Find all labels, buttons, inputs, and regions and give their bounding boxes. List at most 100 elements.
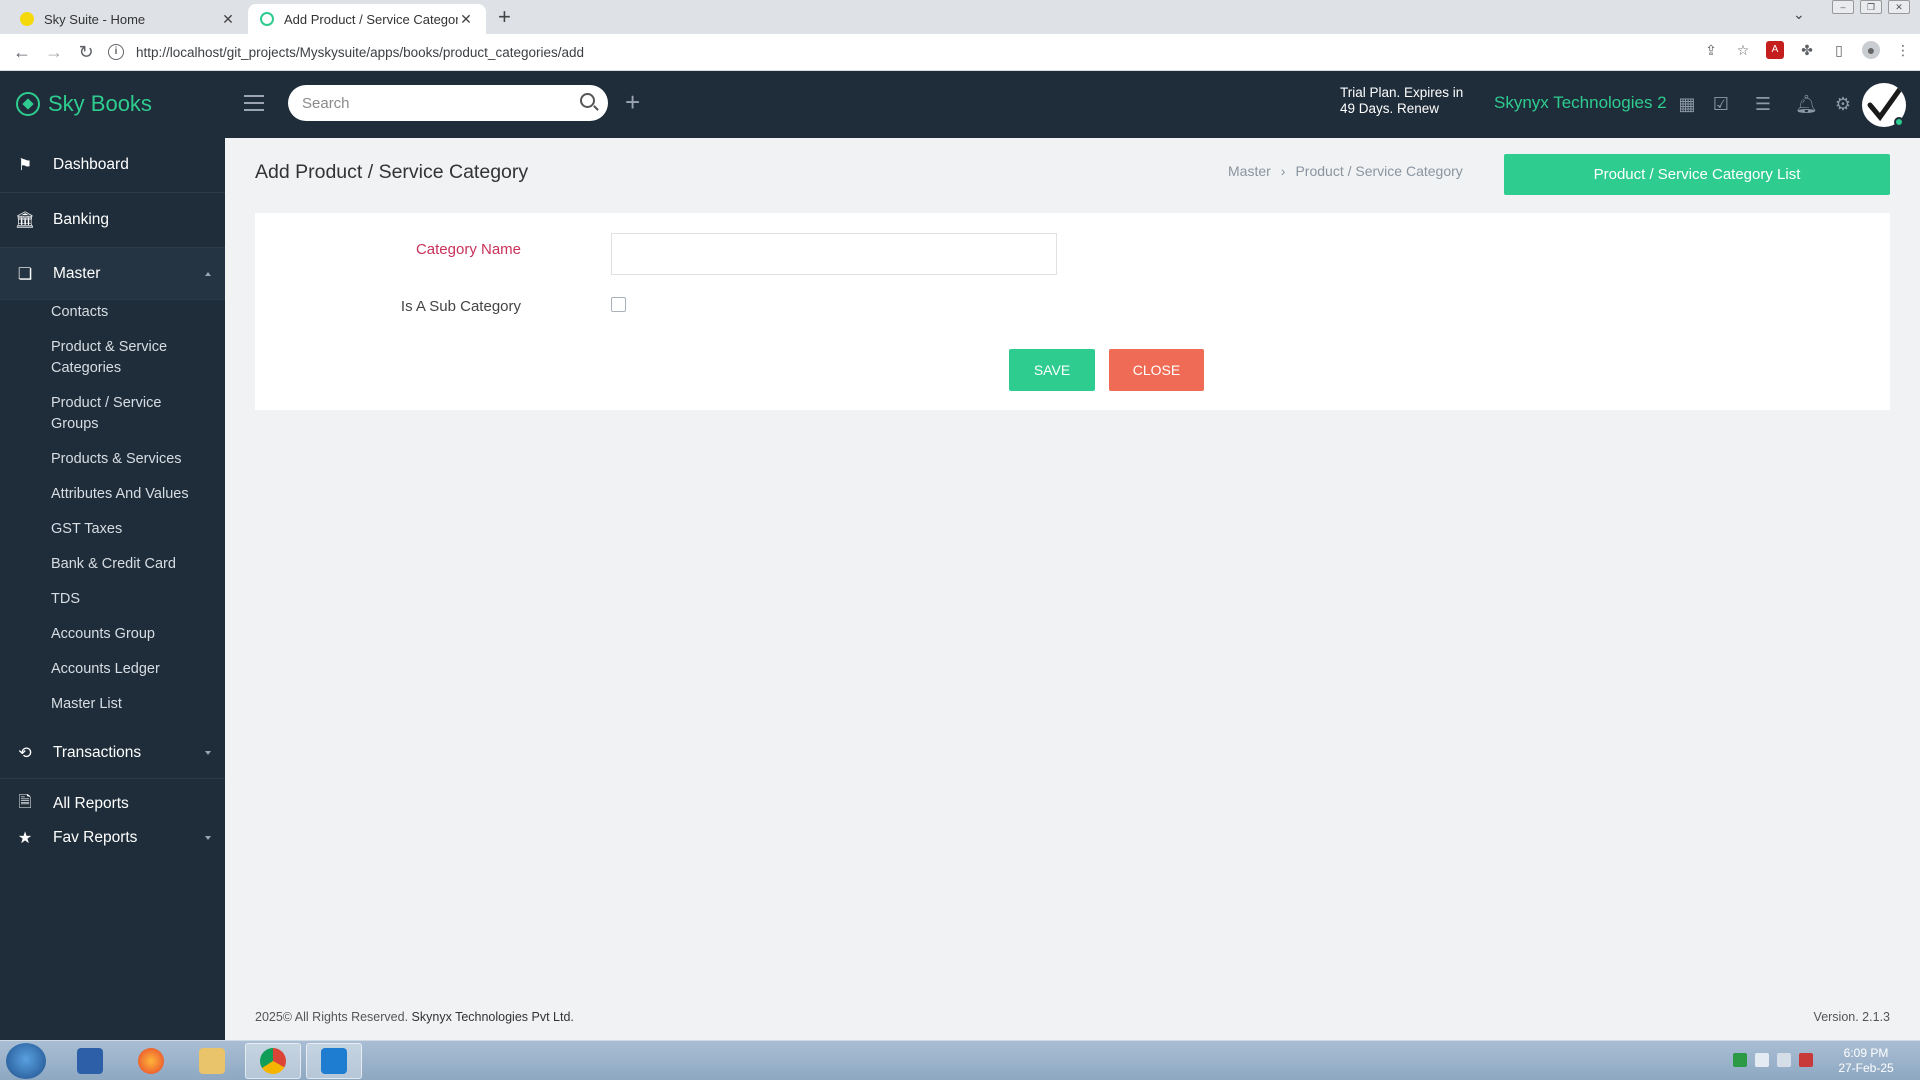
new-tab-icon[interactable]: + — [498, 4, 511, 30]
footer-copyright: 2025© All Rights Reserved. Skynyx Techno… — [255, 1010, 574, 1024]
settings-gear-icon[interactable]: ⚙ — [1832, 93, 1854, 115]
clock-time: 6:09 PM — [1843, 1046, 1889, 1060]
back-icon[interactable]: ← — [6, 42, 38, 63]
footer-company-link[interactable]: Skynyx Technologies Pvt Ltd. — [412, 1010, 574, 1024]
apps-grid-icon[interactable]: ▦ — [1676, 93, 1698, 115]
pdf-extension-icon[interactable]: A — [1766, 41, 1784, 59]
online-status-indicator — [1894, 117, 1904, 127]
search-input[interactable] — [288, 85, 608, 121]
os-taskbar: 6:09 PM 27-Feb-25 — [0, 1040, 1920, 1080]
start-orb-icon[interactable] — [6, 1043, 46, 1079]
breadcrumb-separator: › — [1280, 163, 1286, 179]
sidebar-item-master[interactable]: ❏ Master — [0, 248, 225, 300]
sidebar-item-attributes-values[interactable]: Attributes And Values — [0, 484, 225, 519]
page-title: Add Product / Service Category — [255, 161, 529, 183]
sidebar-item-bank-credit-card[interactable]: Bank & Credit Card — [0, 554, 225, 589]
minimize-icon[interactable]: – — [1832, 0, 1854, 14]
vscode-icon — [321, 1048, 347, 1074]
tray-app-icon[interactable] — [1733, 1053, 1747, 1067]
sidebar-item-label: Master — [53, 264, 101, 282]
is-sub-category-checkbox[interactable] — [611, 297, 626, 312]
sidebar-item-label: All Reports — [53, 795, 129, 812]
url-field[interactable]: i http://localhost/git_projects/Myskysui… — [108, 38, 1708, 66]
search-icon[interactable] — [580, 93, 595, 108]
master-submenu: Contacts Product & Service Categories Pr… — [0, 300, 225, 727]
tab-close-icon[interactable]: ✕ — [458, 11, 474, 28]
company-name[interactable]: Skynyx Technologies 2 — [1494, 93, 1667, 113]
tab-title: Add Product / Service Category — [284, 11, 458, 27]
taskbar-clock[interactable]: 6:09 PM 27-Feb-25 — [1826, 1046, 1906, 1076]
copyright-text: 2025© All Rights Reserved. — [255, 1010, 409, 1024]
clock-date: 27-Feb-25 — [1838, 1061, 1894, 1075]
network-icon[interactable] — [1777, 1053, 1791, 1067]
sidebar-item-dashboard[interactable]: ⚑ Dashboard — [0, 138, 225, 193]
close-window-icon[interactable]: ✕ — [1888, 0, 1910, 14]
collapse-caret-icon — [205, 272, 211, 276]
category-name-input[interactable] — [611, 233, 1057, 275]
sidebar-item-tds[interactable]: TDS — [0, 589, 225, 624]
breadcrumb-current: Product / Service Category — [1295, 163, 1463, 179]
breadcrumb-master[interactable]: Master — [1228, 163, 1271, 179]
category-list-button[interactable]: Product / Service Category List — [1504, 154, 1890, 195]
profile-icon[interactable]: ● — [1862, 41, 1880, 59]
taskbar-app-virtualbox[interactable] — [62, 1043, 118, 1079]
sidebar-item-accounts-ledger[interactable]: Accounts Ledger — [0, 659, 225, 694]
firefox-icon — [138, 1048, 164, 1074]
taskbar-app-chrome[interactable] — [245, 1043, 301, 1079]
list-icon[interactable]: ☰ — [1752, 93, 1774, 115]
taskbar-app-explorer[interactable] — [184, 1043, 240, 1079]
sidebar-item-transactions[interactable]: ⟲ Transactions — [0, 727, 225, 779]
trial-line-2[interactable]: 49 Days. Renew — [1340, 101, 1463, 117]
sidebar-item-accounts-group[interactable]: Accounts Group — [0, 624, 225, 659]
close-button[interactable]: CLOSE — [1109, 349, 1204, 391]
sidebar-item-master-list[interactable]: Master List — [0, 694, 225, 727]
url-text[interactable]: http://localhost/git_projects/Myskysuite… — [136, 45, 584, 60]
info-icon[interactable]: i — [108, 44, 124, 60]
sidebar-item-banking[interactable]: 🏛︎ Banking — [0, 193, 225, 248]
bookmark-star-icon[interactable]: ☆ — [1734, 41, 1752, 59]
sidebar-item-fav-reports[interactable]: ★ Fav Reports — [0, 821, 225, 855]
sidebar-item-contacts[interactable]: Contacts — [0, 302, 225, 337]
add-category-form: Category Name Is A Sub Category SAVE CLO… — [255, 213, 1890, 410]
tab-search-chevron-icon[interactable]: ⌄ — [1793, 6, 1805, 23]
expand-caret-icon — [205, 836, 211, 840]
action-center-icon[interactable] — [1799, 1053, 1813, 1067]
footer-version: Version. 2.1.3 — [1813, 1010, 1890, 1024]
tab-title: Sky Suite - Home — [44, 11, 146, 27]
browser-tab-bar: Sky Suite - Home ✕ Add Product / Service… — [0, 0, 1920, 34]
restore-icon[interactable]: ❐ — [1860, 0, 1882, 14]
volume-icon[interactable] — [1755, 1053, 1769, 1067]
bank-icon: 🏛︎ — [14, 212, 36, 229]
system-tray — [1733, 1053, 1813, 1067]
category-name-label: Category Name — [415, 241, 521, 258]
browser-menu-icon[interactable]: ⋮ — [1894, 41, 1912, 59]
forward-icon[interactable]: → — [38, 42, 70, 63]
taskbar-app-vscode[interactable] — [306, 1043, 362, 1079]
sidebar-item-label: Fav Reports — [53, 829, 138, 846]
trial-plan-notice[interactable]: Trial Plan. Expires in 49 Days. Renew — [1340, 85, 1463, 117]
tab-close-icon[interactable]: ✕ — [220, 11, 236, 28]
report-document-icon: 🗎 — [18, 793, 32, 811]
sidebar-item-product-service-groups[interactable]: Product / Service Groups — [0, 393, 225, 449]
sidebar-item-products-services[interactable]: Products & Services — [0, 449, 225, 484]
app-header: Sky Books + Trial Plan. Expires in 49 Da… — [0, 71, 1920, 138]
side-panel-icon[interactable]: ▯ — [1830, 41, 1848, 59]
sidebar-item-all-reports[interactable]: 🗎 All Reports — [0, 787, 225, 821]
hamburger-menu-icon[interactable] — [244, 95, 264, 116]
share-icon[interactable]: ⇪ — [1702, 41, 1720, 59]
tasks-check-icon[interactable]: ☑ — [1710, 93, 1732, 115]
sidebar-item-gst-taxes[interactable]: GST Taxes — [0, 519, 225, 554]
notification-bell-icon[interactable]: 🔔︎ — [1795, 93, 1818, 115]
extensions-puzzle-icon[interactable]: ✤ — [1798, 41, 1816, 59]
reload-icon[interactable]: ↻ — [70, 42, 102, 63]
quick-add-icon[interactable]: + — [625, 89, 640, 115]
save-button[interactable]: SAVE — [1009, 349, 1095, 391]
transactions-cycle-icon: ⟲ — [18, 744, 32, 762]
address-bar-actions: ⇪ ☆ A ✤ ▯ ● ⋮ — [1702, 41, 1912, 59]
taskbar-app-firefox[interactable] — [123, 1043, 179, 1079]
brand-logo[interactable]: Sky Books — [16, 91, 152, 117]
browser-tab-add-category[interactable]: Add Product / Service Category ✕ — [248, 4, 486, 34]
sidebar-item-label: Banking — [53, 211, 110, 228]
sidebar-item-product-service-categories[interactable]: Product & Service Categories — [0, 337, 225, 393]
browser-tab-home[interactable]: Sky Suite - Home ✕ — [8, 4, 248, 34]
